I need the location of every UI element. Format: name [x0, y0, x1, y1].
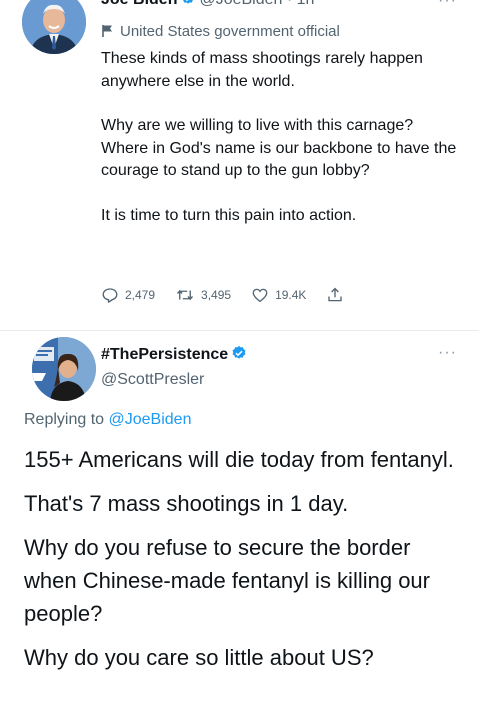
avatar-the-persistence[interactable]	[32, 337, 96, 401]
tweet2-header: #ThePersistence	[101, 345, 250, 367]
share-icon	[326, 286, 344, 304]
reply-button[interactable]: 2,479	[101, 286, 155, 304]
author-handle-time[interactable]: @JoeBiden · 1h	[199, 0, 314, 8]
more-icon[interactable]: ···	[438, 344, 457, 362]
tweet1-paragraph: It is time to turn this pain into action…	[101, 206, 357, 224]
tweet1-text: These kinds of mass shootings rarely hap…	[101, 48, 461, 227]
tweet2-text: 155+ Americans will die today from fenta…	[24, 443, 464, 674]
more-icon[interactable]: ···	[438, 0, 457, 10]
author-name[interactable]: #ThePersistence	[101, 346, 228, 363]
retweet-count: 3,495	[201, 288, 232, 302]
author-name[interactable]: Joe Biden	[101, 0, 177, 8]
avatar-joe-biden[interactable]	[22, 0, 86, 54]
tweet2-paragraph: That's 7 mass shootings in 1 day.	[24, 491, 349, 516]
tweet2-paragraph: 155+ Americans will die today from fenta…	[24, 447, 454, 472]
like-icon	[251, 286, 269, 304]
tweet1-actions: 2,479 3,495 19.4K	[101, 283, 364, 307]
avatar-joe-biden-image	[22, 0, 86, 54]
flag-icon	[101, 24, 114, 44]
tweet1-paragraph: These kinds of mass shootings rarely hap…	[101, 50, 423, 90]
share-button[interactable]	[326, 286, 344, 304]
official-label-text: United States government official	[120, 23, 340, 40]
tweet-joe-biden[interactable]: Joe Biden @JoeBiden · 1h ··· United State…	[0, 0, 479, 331]
official-label: United States government official	[101, 22, 340, 44]
author-handle[interactable]: @ScottPresler	[101, 370, 204, 390]
retweet-icon	[175, 286, 195, 304]
replying-to: Replying to @JoeBiden	[24, 410, 191, 430]
tweet1-paragraph: Why are we willing to live with this car…	[101, 117, 457, 179]
tweet-the-persistence[interactable]: #ThePersistence ··· @ScottPresler Replyi…	[0, 330, 479, 720]
reply-icon	[101, 286, 119, 304]
like-button[interactable]: 19.4K	[251, 286, 306, 304]
reply-count: 2,479	[125, 288, 156, 302]
replying-to-prefix: Replying to	[24, 411, 109, 428]
replying-to-mention-link[interactable]: @JoeBiden	[109, 411, 192, 428]
tweet1-header: Joe Biden @JoeBiden · 1h	[101, 0, 314, 10]
verified-badge-icon	[231, 345, 247, 367]
avatar-the-persistence-image	[32, 337, 96, 401]
like-count: 19.4K	[275, 288, 307, 302]
retweet-button[interactable]: 3,495	[175, 286, 231, 304]
tweet2-paragraph: Why do you refuse to secure the border w…	[24, 535, 430, 626]
verified-badge-icon	[180, 0, 196, 12]
tweet2-paragraph: Why do you care so little about US?	[24, 645, 374, 670]
